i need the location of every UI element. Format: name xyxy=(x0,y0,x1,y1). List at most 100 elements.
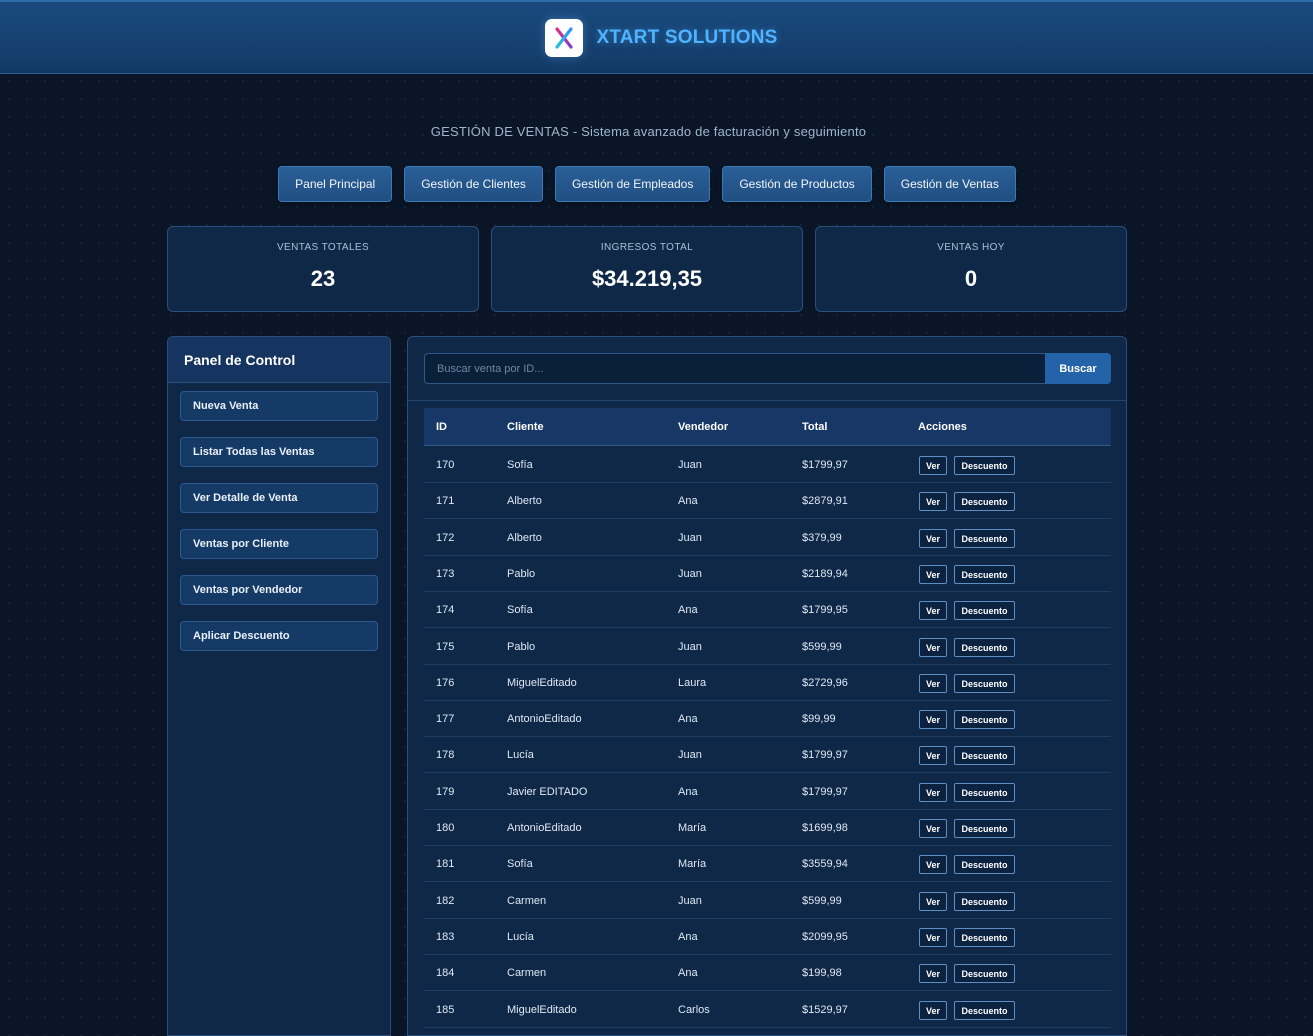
table-row: 184 Carmen Ana $199,98 Ver Descuento xyxy=(424,955,1111,991)
x-logo-icon xyxy=(545,18,584,57)
cell-id: 171 xyxy=(436,495,455,507)
sidebar-item-aplicar-descuento[interactable]: Aplicar Descuento xyxy=(180,621,378,651)
cell-vendedor: Ana xyxy=(678,495,698,507)
view-button[interactable]: Ver xyxy=(919,819,947,838)
discount-button[interactable]: Descuento xyxy=(954,601,1015,620)
column-header-vendedor: Vendedor xyxy=(678,421,729,433)
nav-gestion-empleados[interactable]: Gestión de Empleados xyxy=(554,166,711,202)
table-row: 182 Carmen Juan $599,99 Ver Descuento xyxy=(424,883,1111,919)
cell-total: $2879,91 xyxy=(802,495,848,507)
cell-cliente: Carmen xyxy=(507,895,547,907)
cell-total: $2729,96 xyxy=(802,677,848,689)
discount-button[interactable]: Descuento xyxy=(954,1001,1015,1020)
discount-button[interactable]: Descuento xyxy=(954,783,1015,802)
cell-cliente: AntonioEditado xyxy=(507,822,582,834)
stat-value: 0 xyxy=(964,266,978,291)
sidebar-item-listar-ventas[interactable]: Listar Todas las Ventas xyxy=(180,437,378,467)
brand[interactable]: XTART SOLUTIONS xyxy=(545,18,778,57)
stat-label: INGRESOS TOTAL xyxy=(600,242,694,253)
sidebar-item-ventas-cliente[interactable]: Ventas por Cliente xyxy=(180,529,378,559)
column-header-total: Total xyxy=(802,421,828,433)
sidebar-item-ventas-vendedor[interactable]: Ventas por Vendedor xyxy=(180,575,378,605)
cell-cliente: Sofía xyxy=(507,459,533,471)
stat-label: VENTAS HOY xyxy=(937,242,1005,253)
view-button[interactable]: Ver xyxy=(919,964,947,983)
cell-total: $99,99 xyxy=(802,713,836,725)
discount-button[interactable]: Descuento xyxy=(954,674,1015,693)
cell-cliente: Javier EDITADO xyxy=(507,786,588,798)
cell-vendedor: Juan xyxy=(678,532,702,544)
cell-cliente: MiguelEditado xyxy=(507,677,577,689)
divider xyxy=(408,400,1126,401)
discount-button[interactable]: Descuento xyxy=(954,746,1015,765)
cell-cliente: Lucía xyxy=(507,931,534,943)
table-row: 175 Pablo Juan $599,99 Ver Descuento xyxy=(424,629,1111,665)
view-button[interactable]: Ver xyxy=(919,456,947,475)
discount-button[interactable]: Descuento xyxy=(954,710,1015,729)
cell-id: 170 xyxy=(436,459,455,471)
discount-button[interactable]: Descuento xyxy=(954,892,1015,911)
table-row: 173 Pablo Juan $2189,94 Ver Descuento xyxy=(424,556,1111,592)
view-button[interactable]: Ver xyxy=(919,783,947,802)
table-row: 171 Alberto Ana $2879,91 Ver Descuento xyxy=(424,483,1111,519)
cell-id: 179 xyxy=(436,786,455,798)
discount-button[interactable]: Descuento xyxy=(954,638,1015,657)
cell-vendedor: Juan xyxy=(678,749,702,761)
cell-vendedor: Ana xyxy=(678,713,698,725)
sales-panel: Buscar ID Cliente Vendedor Total Accione… xyxy=(407,336,1127,1036)
view-button[interactable]: Ver xyxy=(919,928,947,947)
cell-cliente: Alberto xyxy=(507,532,542,544)
brand-name: XTART SOLUTIONS xyxy=(596,26,778,48)
nav-gestion-productos[interactable]: Gestión de Productos xyxy=(722,166,872,202)
sidebar-title: Panel de Control xyxy=(168,337,390,383)
view-button[interactable]: Ver xyxy=(919,529,947,548)
cell-total: $199,98 xyxy=(802,967,842,979)
column-header-cliente: Cliente xyxy=(507,421,544,433)
cell-id: 172 xyxy=(436,532,455,544)
discount-button[interactable]: Descuento xyxy=(954,928,1015,947)
cell-total: $3559,94 xyxy=(802,858,848,870)
table-row: 176 MiguelEditado Laura $2729,96 Ver Descuent… xyxy=(424,665,1111,701)
view-button[interactable]: Ver xyxy=(919,710,947,729)
search-input[interactable] xyxy=(424,353,1045,384)
table-row: 183 Lucía Ana $2099,95 Ver Descuento xyxy=(424,919,1111,955)
column-header-acciones: Acciones xyxy=(918,421,967,433)
view-button[interactable]: Ver xyxy=(919,855,947,874)
discount-button[interactable]: Descuento xyxy=(954,492,1015,511)
discount-button[interactable]: Descuento xyxy=(954,565,1015,584)
view-button[interactable]: Ver xyxy=(919,565,947,584)
search-bar: Buscar xyxy=(424,353,1111,384)
cell-vendedor: Laura xyxy=(678,677,707,689)
view-button[interactable]: Ver xyxy=(919,601,947,620)
cell-cliente: Alberto xyxy=(507,495,542,507)
discount-button[interactable]: Descuento xyxy=(954,529,1015,548)
cell-id: 183 xyxy=(436,931,455,943)
cell-total: $1799,97 xyxy=(802,459,848,471)
discount-button[interactable]: Descuento xyxy=(954,819,1015,838)
cell-cliente: AntonioEditado xyxy=(507,713,582,725)
nav-panel-principal[interactable]: Panel Principal xyxy=(278,166,393,202)
cell-vendedor: Juan xyxy=(678,895,702,907)
sidebar-item-ver-detalle[interactable]: Ver Detalle de Venta xyxy=(180,483,378,513)
cell-id: 177 xyxy=(436,713,455,725)
stat-card-ingresos-total: INGRESOS TOTAL $34.219,35 xyxy=(491,226,803,312)
view-button[interactable]: Ver xyxy=(919,492,947,511)
nav-gestion-ventas[interactable]: Gestión de Ventas xyxy=(883,166,1016,202)
cell-id: 184 xyxy=(436,967,455,979)
discount-button[interactable]: Descuento xyxy=(954,456,1015,475)
view-button[interactable]: Ver xyxy=(919,892,947,911)
discount-button[interactable]: Descuento xyxy=(954,964,1015,983)
cell-cliente: Pablo xyxy=(507,568,536,580)
stat-card-ventas-hoy: VENTAS HOY 0 xyxy=(815,226,1127,312)
view-button[interactable]: Ver xyxy=(919,1001,947,1020)
view-button[interactable]: Ver xyxy=(919,674,947,693)
discount-button[interactable]: Descuento xyxy=(954,855,1015,874)
sidebar-item-nueva-venta[interactable]: Nueva Venta xyxy=(180,391,378,421)
cell-id: 181 xyxy=(436,858,455,870)
table-row: 170 Sofía Juan $1799,97 Ver Descuento xyxy=(424,447,1111,483)
nav-gestion-clientes[interactable]: Gestión de Clientes xyxy=(404,166,543,202)
table-row: 174 Sofía Ana $1799,95 Ver Descuento xyxy=(424,592,1111,628)
search-button[interactable]: Buscar xyxy=(1045,353,1111,384)
view-button[interactable]: Ver xyxy=(919,638,947,657)
view-button[interactable]: Ver xyxy=(919,746,947,765)
